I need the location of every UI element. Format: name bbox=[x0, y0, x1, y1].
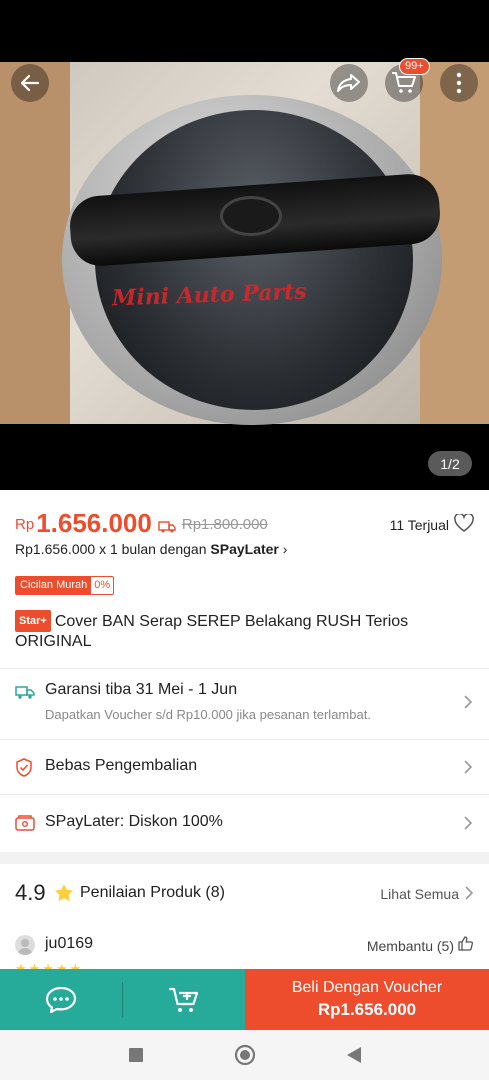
chevron-right-icon: › bbox=[282, 541, 288, 557]
buy-button-label: Beli Dengan Voucher bbox=[291, 979, 443, 996]
rating-label: Penilaian Produk bbox=[80, 884, 201, 901]
chat-icon bbox=[45, 986, 77, 1013]
button-separator bbox=[122, 969, 123, 1030]
chat-button[interactable] bbox=[0, 969, 122, 1030]
returns-label: Bebas Pengembalian bbox=[45, 757, 198, 774]
back-triangle-icon[interactable] bbox=[346, 1046, 362, 1064]
cart-count-badge: 99+ bbox=[399, 58, 430, 75]
cicilan-badge: Cicilan Murah 0% bbox=[15, 576, 115, 595]
price-value: 1.656.000 bbox=[36, 508, 152, 538]
shipping-subtitle: Dapatkan Voucher s/d Rp10.000 jika pesan… bbox=[45, 707, 371, 722]
system-nav-bar bbox=[0, 1030, 489, 1080]
bottom-action-bar: Beli Dengan Voucher Rp1.656.000 bbox=[0, 969, 489, 1030]
original-price: Rp1.800.000 bbox=[181, 516, 268, 533]
cicilan-rate: 0% bbox=[94, 579, 111, 591]
cicilan-label: Cicilan Murah bbox=[16, 577, 92, 594]
spaylater-label: SPayLater: Diskon 100% bbox=[45, 813, 223, 830]
more-vertical-icon bbox=[456, 72, 462, 94]
cart-button[interactable]: 99+ bbox=[385, 58, 430, 102]
installment-info[interactable]: Rp1.656.000 x 1 bulan dengan SPayLater › bbox=[15, 541, 287, 557]
back-arrow-icon bbox=[20, 74, 40, 92]
shield-icon bbox=[16, 758, 32, 777]
shipping-guarantee-row[interactable]: Garansi tiba 31 Mei - 1 Jun Dapatkan Vou… bbox=[0, 669, 489, 739]
buy-with-voucher-button[interactable]: Beli Dengan Voucher Rp1.656.000 bbox=[245, 969, 489, 1030]
box-left bbox=[0, 62, 70, 424]
product-title: Cover BAN Serap SEREP Belakang RUSH Teri… bbox=[15, 613, 409, 650]
spaylater-icon bbox=[15, 815, 35, 831]
recents-square-icon[interactable] bbox=[128, 1047, 144, 1063]
see-all-link[interactable]: Lihat Semua bbox=[380, 886, 459, 902]
installment-brand: SPayLater bbox=[210, 541, 279, 557]
tire-cover-hub bbox=[220, 196, 282, 236]
buy-button-price: Rp1.656.000 bbox=[317, 1000, 417, 1019]
user-icon bbox=[17, 939, 33, 955]
image-counter: 1/2 bbox=[428, 451, 472, 476]
add-to-cart-icon bbox=[169, 987, 199, 1012]
chevron-right-icon bbox=[464, 816, 472, 830]
chevron-right-icon bbox=[464, 760, 472, 774]
rating-count: (8) bbox=[205, 884, 225, 901]
spaylater-row[interactable]: SPayLater: Diskon 100% bbox=[0, 795, 489, 851]
product-image-gallery[interactable]: Mini Auto Parts 99+ 1/2 bbox=[0, 0, 489, 490]
free-shipping-icon bbox=[158, 521, 176, 533]
more-options-button[interactable] bbox=[440, 64, 478, 102]
thumbs-up-icon[interactable] bbox=[458, 936, 473, 951]
rating-title: Penilaian Produk (8) bbox=[80, 884, 225, 902]
free-returns-row[interactable]: Bebas Pengembalian bbox=[0, 740, 489, 794]
product-title-block: Star+ Cover BAN Serap SEREP Belakang RUSH… bbox=[15, 610, 475, 652]
section-gap bbox=[0, 852, 489, 864]
avatar bbox=[15, 935, 35, 955]
share-button[interactable] bbox=[330, 64, 368, 102]
installment-text: Rp1.656.000 x 1 bulan dengan bbox=[15, 541, 207, 557]
star-icon bbox=[55, 884, 73, 902]
reviewer-name: ju0169 bbox=[45, 935, 94, 952]
chevron-right-icon bbox=[464, 695, 472, 709]
home-circle-icon[interactable] bbox=[234, 1044, 256, 1066]
truck-icon bbox=[15, 686, 35, 699]
rating-score: 4.9 bbox=[15, 880, 46, 905]
helpful-count[interactable]: Membantu (5) bbox=[367, 938, 454, 954]
star-plus-badge: Star+ bbox=[15, 610, 51, 632]
shipping-title: Garansi tiba 31 Mei - 1 Jun bbox=[45, 681, 238, 698]
share-icon bbox=[337, 74, 360, 92]
add-to-cart-button[interactable] bbox=[123, 969, 245, 1030]
back-button[interactable] bbox=[11, 64, 49, 102]
price-currency: Rp bbox=[15, 516, 35, 533]
heart-icon[interactable] bbox=[454, 514, 474, 532]
sold-count: 11 Terjual bbox=[389, 517, 449, 533]
chevron-right-icon bbox=[465, 886, 473, 900]
